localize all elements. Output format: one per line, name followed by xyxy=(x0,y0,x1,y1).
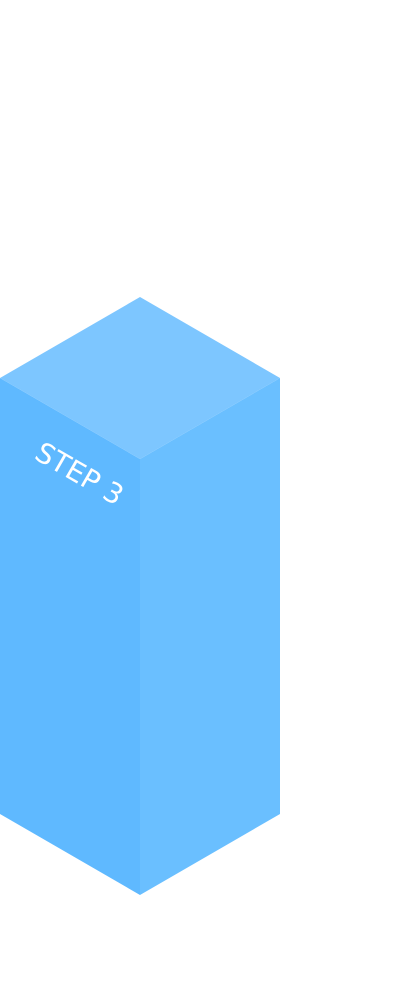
isometric-step-block: STEP 3 xyxy=(0,297,280,895)
block-right-face xyxy=(140,378,280,895)
